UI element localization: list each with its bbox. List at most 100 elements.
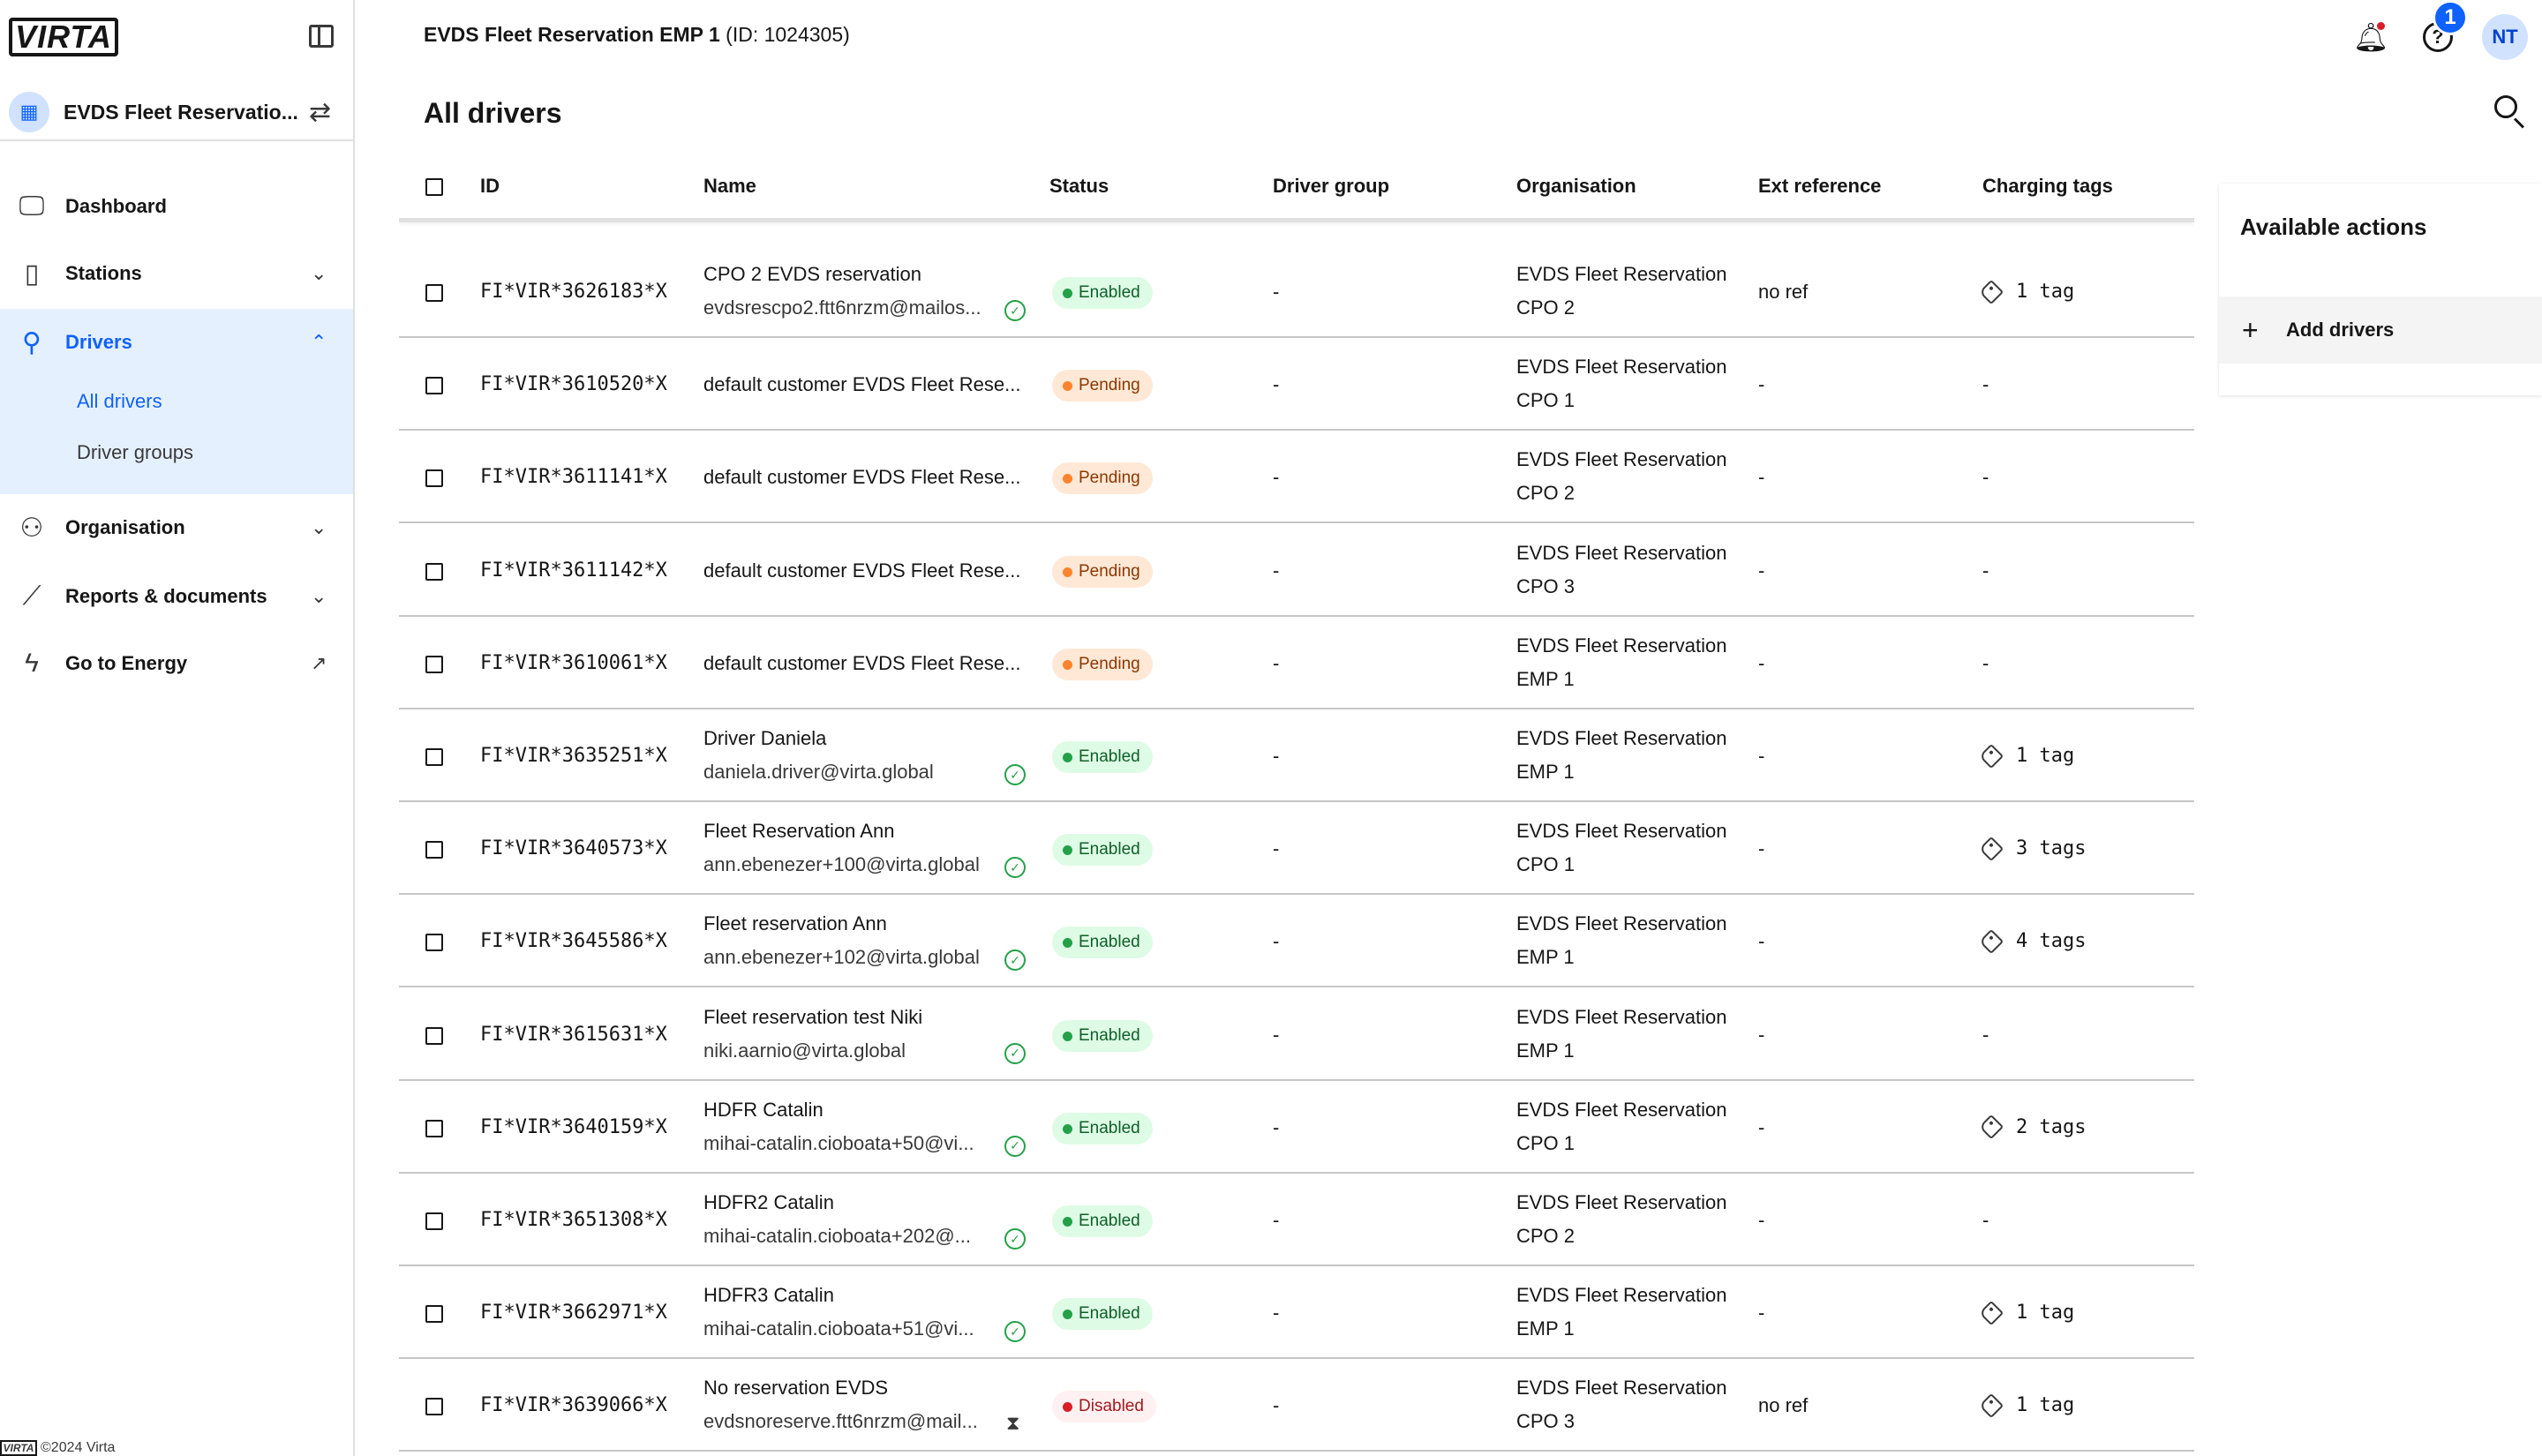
row-checkbox[interactable]	[425, 377, 443, 395]
driver-name[interactable]: No reservation EVDS	[703, 1377, 888, 1400]
organisation-suffix: EMP 1	[1516, 667, 1575, 690]
driver-group: -	[1273, 1115, 1280, 1138]
table-row[interactable]: FI*VIR*3611141*X default customer EVDS Fl…	[399, 431, 2194, 524]
driver-name[interactable]: HDFR2 Catalin	[703, 1191, 834, 1214]
verified-check-icon: ✓	[1004, 1042, 1026, 1064]
add-drivers-button[interactable]: + Add drivers	[2219, 296, 2542, 364]
table-row[interactable]: FI*VIR*3662971*X HDFR3 Catalin mihai-catal…	[399, 1266, 2194, 1360]
sidebar-item-stations[interactable]: ▯ Stations ⌄	[0, 240, 353, 307]
charging-tags[interactable]: 4 tags	[1978, 928, 2086, 955]
virta-logo[interactable]: VIRTA	[9, 18, 118, 56]
charging-tags[interactable]: 3 tags	[1978, 836, 2087, 861]
station-icon: ▯	[24, 259, 40, 289]
column-header-organisation[interactable]: Organisation	[1516, 175, 1636, 198]
sidebar-item-drivers[interactable]: ⚲ Drivers ⌃	[0, 309, 353, 376]
sidebar-item-reports[interactable]: ⟋ Reports & documents ⌄	[0, 563, 353, 630]
driver-id[interactable]: FI*VIR*3645586*X	[480, 930, 667, 952]
driver-id[interactable]: FI*VIR*3639066*X	[480, 1394, 667, 1416]
driver-name[interactable]: Fleet Reservation Ann	[703, 820, 894, 843]
hourglass-icon: ⧗	[1006, 1412, 1020, 1435]
driver-id[interactable]: FI*VIR*3611142*X	[480, 559, 667, 582]
table-row[interactable]: FI*VIR*3626183*X CPO 2 EVDS reservation ev…	[399, 245, 2194, 338]
row-checkbox[interactable]	[425, 841, 443, 859]
column-header-charging-tags[interactable]: Charging tags	[1982, 175, 2113, 198]
driver-email: niki.aarnio@virta.global	[703, 1039, 906, 1062]
charging-tags[interactable]: 2 tags	[1978, 1115, 2086, 1140]
notifications-button[interactable]: 🔔︎	[2351, 18, 2390, 56]
avatar[interactable]: NT	[2482, 14, 2528, 60]
driver-name[interactable]: default customer EVDS Fleet Rese...	[703, 652, 1021, 675]
row-checkbox[interactable]	[425, 1026, 443, 1045]
row-checkbox[interactable]	[425, 655, 443, 673]
driver-group: -	[1273, 837, 1280, 860]
table-row[interactable]: FI*VIR*3640159*X HDFR Catalin mihai-catali…	[399, 1080, 2194, 1174]
sidebar-item-organisation[interactable]: ⚇ Organisation ⌄	[0, 494, 353, 561]
driver-id[interactable]: FI*VIR*3615631*X	[480, 1024, 667, 1046]
driver-name[interactable]: default customer EVDS Fleet Rese...	[703, 559, 1021, 582]
select-all-checkbox[interactable]	[425, 178, 443, 196]
column-header-id[interactable]: ID	[480, 175, 500, 198]
driver-id[interactable]: FI*VIR*3610061*X	[480, 652, 667, 674]
row-checkbox[interactable]	[425, 1212, 443, 1230]
driver-name[interactable]: HDFR3 Catalin	[703, 1284, 834, 1307]
sidebar-item-dashboard[interactable]: 🖵 Dashboard	[0, 173, 353, 240]
column-header-status[interactable]: Status	[1049, 175, 1109, 198]
driver-name[interactable]: CPO 2 EVDS reservation	[703, 263, 921, 286]
row-checkbox[interactable]	[425, 562, 443, 581]
driver-id[interactable]: FI*VIR*3651308*X	[480, 1209, 667, 1231]
driver-id[interactable]: FI*VIR*3610520*X	[480, 373, 667, 395]
org-switcher[interactable]: ▦ EVDS Fleet Reservatio... ⇄	[0, 85, 353, 141]
column-header-driver-group[interactable]: Driver group	[1273, 175, 1389, 198]
driver-id[interactable]: FI*VIR*3611141*X	[480, 466, 667, 488]
table-row[interactable]: FI*VIR*3651308*X HDFR2 Catalin mihai-catal…	[399, 1174, 2194, 1266]
driver-name[interactable]: Fleet reservation Ann	[703, 912, 887, 935]
row-checkbox[interactable]	[425, 1119, 443, 1137]
charging-tags[interactable]: 1 tag	[1978, 1300, 2074, 1325]
charging-tags[interactable]: 1 tag	[1978, 743, 2074, 769]
driver-name[interactable]: Fleet reservation test Niki	[703, 1006, 922, 1029]
row-checkbox[interactable]	[425, 284, 443, 302]
table-row[interactable]: FI*VIR*3610520*X default customer EVDS Fl…	[399, 338, 2194, 432]
table-row[interactable]: FI*VIR*3639066*X No reservation EVDS evdsn…	[399, 1359, 2194, 1452]
table-row[interactable]: FI*VIR*3640573*X Fleet Reservation Ann ann…	[399, 802, 2194, 896]
row-checkbox[interactable]	[425, 934, 443, 952]
driver-id[interactable]: FI*VIR*3640573*X	[480, 837, 667, 859]
row-checkbox[interactable]	[425, 748, 443, 766]
sidebar-subitem-driver-groups[interactable]: Driver groups	[77, 441, 193, 464]
driver-id[interactable]: FI*VIR*3640159*X	[480, 1116, 667, 1138]
table-row[interactable]: FI*VIR*3611142*X default customer EVDS Fl…	[399, 523, 2194, 617]
search-icon[interactable]	[2493, 94, 2528, 129]
driver-group: -	[1273, 1209, 1280, 1231]
driver-name[interactable]: default customer EVDS Fleet Rese...	[703, 466, 1021, 489]
organisation-name: EVDS Fleet Reservation	[1516, 1284, 1727, 1307]
driver-id[interactable]: FI*VIR*3626183*X	[480, 281, 667, 303]
driver-id[interactable]: FI*VIR*3662971*X	[480, 1302, 667, 1324]
table-row[interactable]: FI*VIR*3610061*X default customer EVDS Fl…	[399, 616, 2194, 709]
driver-name[interactable]: Driver Daniela	[703, 727, 826, 750]
row-checkbox[interactable]	[425, 1398, 443, 1416]
column-header-name[interactable]: Name	[703, 175, 756, 198]
driver-id[interactable]: FI*VIR*3635251*X	[480, 745, 667, 767]
driver-email: mihai-catalin.cioboata+50@vi...	[703, 1131, 974, 1154]
table-row[interactable]: FI*VIR*3635251*X Driver Daniela daniela.dr…	[399, 709, 2194, 802]
sidebar-item-label: Stations	[65, 262, 142, 284]
driver-email: mihai-catalin.cioboata+202@...	[703, 1225, 972, 1247]
sidebar-subitem-all-drivers[interactable]: All drivers	[77, 390, 162, 413]
swap-icon[interactable]: ⇄	[309, 97, 331, 128]
driver-name[interactable]: HDFR Catalin	[703, 1099, 824, 1122]
sidebar-item-label: Go to Energy	[65, 652, 188, 674]
driver-name[interactable]: default customer EVDS Fleet Rese...	[703, 373, 1021, 396]
charging-tags[interactable]: 1 tag	[1978, 279, 2074, 304]
sidebar-item-go-to-energy[interactable]: ϟ Go to Energy ↗	[0, 630, 353, 697]
table-row[interactable]: FI*VIR*3615631*X Fleet reservation test N…	[399, 987, 2194, 1081]
table-row[interactable]: FI*VIR*3645586*X Fleet reservation Ann ann…	[399, 895, 2194, 988]
charging-tags-count: 3 tags	[2016, 837, 2087, 860]
charging-tags[interactable]: 1 tag	[1978, 1392, 2074, 1419]
row-checkbox[interactable]	[425, 1305, 443, 1324]
driver-group: -	[1273, 281, 1280, 303]
row-checkbox[interactable]	[425, 469, 443, 488]
column-header-ext-reference[interactable]: Ext reference	[1758, 175, 1881, 198]
driver-email: daniela.driver@virta.global	[703, 761, 934, 783]
collapse-sidebar-icon[interactable]	[309, 25, 334, 48]
external-link-icon: ↗	[311, 652, 327, 674]
